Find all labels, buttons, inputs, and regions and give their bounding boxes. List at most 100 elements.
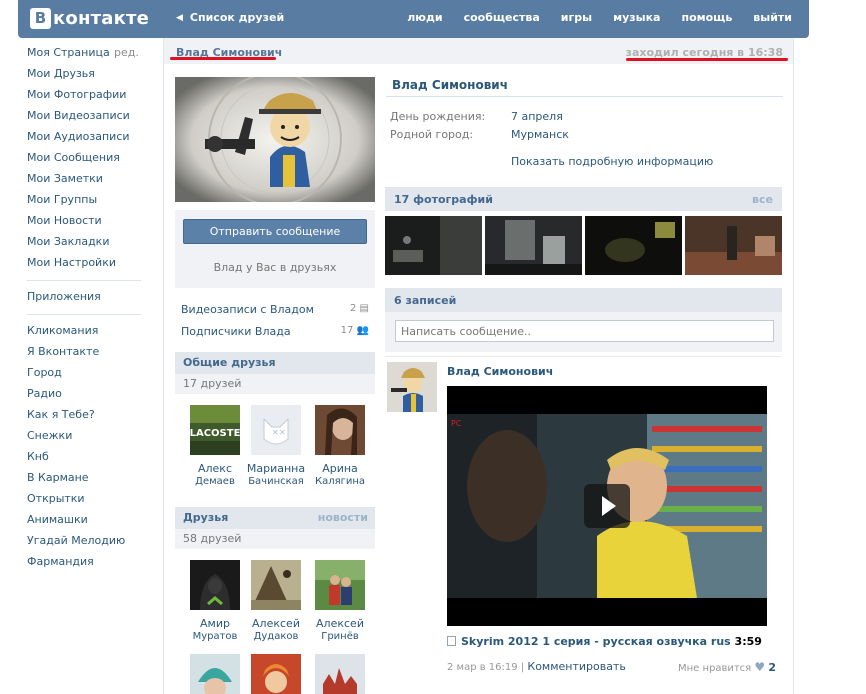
video-player[interactable]: РС: [447, 386, 767, 626]
post-author-name[interactable]: Влад Симонович: [447, 365, 553, 378]
wall-title: 6 записей: [394, 294, 457, 307]
like-count: 2: [768, 661, 776, 674]
video-title-link[interactable]: Skyrim 2012 1 серия - русская озвучка ru…: [447, 635, 762, 648]
common-friend-item[interactable]: Арина Калягина: [307, 405, 373, 487]
logo-text: контакте: [53, 7, 150, 29]
friends-news-link[interactable]: новости: [318, 511, 368, 524]
menu-my-page[interactable]: Моя Страница ред.: [27, 45, 141, 66]
like-label: Мне нравится: [677, 663, 752, 674]
menu-label: Моя Страница: [27, 46, 110, 59]
friends-header[interactable]: Друзья новости: [175, 507, 375, 529]
common-friend-item[interactable]: ✕ ✕ Марианна Бачинская: [243, 405, 309, 487]
app-link[interactable]: Как я Тебе?: [27, 407, 141, 428]
play-button[interactable]: [584, 484, 630, 528]
post-date[interactable]: 2 мар в 16:19: [447, 662, 518, 673]
photos-all-link[interactable]: все: [752, 193, 773, 206]
back-to-friends-link[interactable]: ◀ Список друзей: [176, 11, 284, 24]
edit-link[interactable]: ред.: [114, 45, 139, 60]
menu-apps[interactable]: Приложения: [27, 289, 141, 310]
videos-count: 2 ▤: [349, 303, 369, 314]
friend-item[interactable]: [182, 654, 248, 694]
send-message-button[interactable]: Отправить сообщение: [183, 219, 367, 244]
comment-link[interactable]: Комментировать: [527, 660, 625, 673]
photos-header[interactable]: 17 фотографий все: [385, 187, 782, 211]
chevron-left-icon: ◀: [176, 12, 183, 23]
like-button[interactable]: Мне нравится ♥ 2: [678, 660, 776, 674]
app-link[interactable]: Кнб: [27, 449, 141, 470]
subscribers-count: 17 👥: [340, 325, 369, 336]
menu-my-audio[interactable]: Мои Аудиозаписи: [27, 129, 141, 150]
nav-logout[interactable]: выйти: [753, 11, 792, 24]
menu-my-notes[interactable]: Мои Заметки: [27, 171, 141, 192]
menu-my-settings[interactable]: Мои Настройки: [27, 255, 141, 276]
wall-header[interactable]: 6 записей: [385, 288, 782, 312]
nav-help[interactable]: помощь: [681, 11, 732, 24]
friends-title: Друзья: [183, 511, 229, 524]
heart-icon: ♥: [754, 660, 766, 674]
app-link[interactable]: Открытки: [27, 491, 141, 512]
nav-music[interactable]: музыка: [613, 11, 660, 24]
photo-thumbnail[interactable]: [585, 216, 682, 275]
profile-actions: Отправить сообщение Влад у Вас в друзьях: [175, 210, 375, 288]
photo-thumbnail[interactable]: [385, 216, 482, 275]
videos-with-user-link[interactable]: Видеозаписи с Владом 2 ▤: [181, 303, 369, 316]
video-title-text: Skyrim 2012 1 серия - русская озвучка ru…: [461, 635, 731, 648]
nav-games[interactable]: игры: [561, 11, 592, 24]
post-meta: 2 мар в 16:19 | Комментировать: [447, 660, 626, 673]
vk-logo[interactable]: В контакте: [30, 6, 149, 30]
profile-avatar[interactable]: [175, 77, 375, 202]
wall-post-input[interactable]: [395, 320, 774, 342]
app-link[interactable]: Угадай Мелодию: [27, 533, 141, 554]
app-link[interactable]: Снежки: [27, 428, 141, 449]
photo-thumbnail[interactable]: [685, 216, 782, 275]
menu-my-news[interactable]: Мои Новости: [27, 213, 141, 234]
birthday-label: День рождения:: [390, 110, 486, 123]
friend-item[interactable]: Алексей Гринёв: [307, 560, 373, 642]
friend-avatar: [315, 405, 365, 455]
app-link[interactable]: В Кармане: [27, 470, 141, 491]
menu-my-bookmarks[interactable]: Мои Закладки: [27, 234, 141, 255]
app-link[interactable]: Я Вконтакте: [27, 344, 141, 365]
menu-divider: [27, 314, 141, 315]
app-link[interactable]: Анимашки: [27, 512, 141, 533]
app-link[interactable]: Кликомания: [27, 323, 141, 344]
hometown-value[interactable]: Мурманск: [511, 128, 569, 141]
friend-item[interactable]: [307, 654, 373, 694]
photos-title: 17 фотографий: [394, 193, 493, 206]
app-link[interactable]: Радио: [27, 386, 141, 407]
video-icon: [447, 636, 456, 646]
photo-thumbnail[interactable]: [485, 216, 582, 275]
friend-first-name: Арина: [322, 462, 358, 475]
show-details-link[interactable]: Показать подробную информацию: [511, 155, 713, 168]
friends-count: 58 друзей: [183, 532, 242, 545]
play-icon: [602, 496, 616, 516]
friend-item[interactable]: Алексей Дудаков: [243, 560, 309, 642]
friend-avatar: [251, 654, 301, 694]
friend-avatar: [315, 654, 365, 694]
friend-first-name: Алексей: [316, 617, 364, 630]
menu-my-videos[interactable]: Мои Видеозаписи: [27, 108, 141, 129]
friend-avatar: LACOSTE: [190, 405, 240, 455]
meta-separator: |: [520, 662, 525, 673]
nav-communities[interactable]: сообщества: [464, 11, 540, 24]
app-link[interactable]: Фармандия: [27, 554, 141, 575]
friend-avatar: [315, 560, 365, 610]
subscribers-link-label: Подписчики Влада: [181, 325, 291, 338]
menu-my-messages[interactable]: Мои Сообщения: [27, 150, 141, 171]
subscribers-link[interactable]: Подписчики Влада 17 👥: [181, 325, 369, 338]
common-friends-header[interactable]: Общие друзья: [175, 352, 375, 374]
common-friend-item[interactable]: LACOSTE Алекс Демаев: [182, 405, 248, 487]
nav-people[interactable]: люди: [407, 11, 442, 24]
post-author-avatar[interactable]: [387, 362, 437, 412]
svg-text:РС: РС: [451, 419, 462, 428]
app-link[interactable]: Город: [27, 365, 141, 386]
svg-text:LACOSTE: LACOSTE: [190, 428, 240, 439]
birthday-value[interactable]: 7 апреля: [511, 110, 563, 123]
menu-my-groups[interactable]: Мои Группы: [27, 192, 141, 213]
divider: [385, 356, 782, 357]
menu-my-photos[interactable]: Мои Фотографии: [27, 87, 141, 108]
friend-item[interactable]: [243, 654, 309, 694]
friend-first-name: Амир: [200, 617, 230, 630]
menu-my-friends[interactable]: Мои Друзья: [27, 66, 141, 87]
friend-item[interactable]: Амир Муратов: [182, 560, 248, 642]
